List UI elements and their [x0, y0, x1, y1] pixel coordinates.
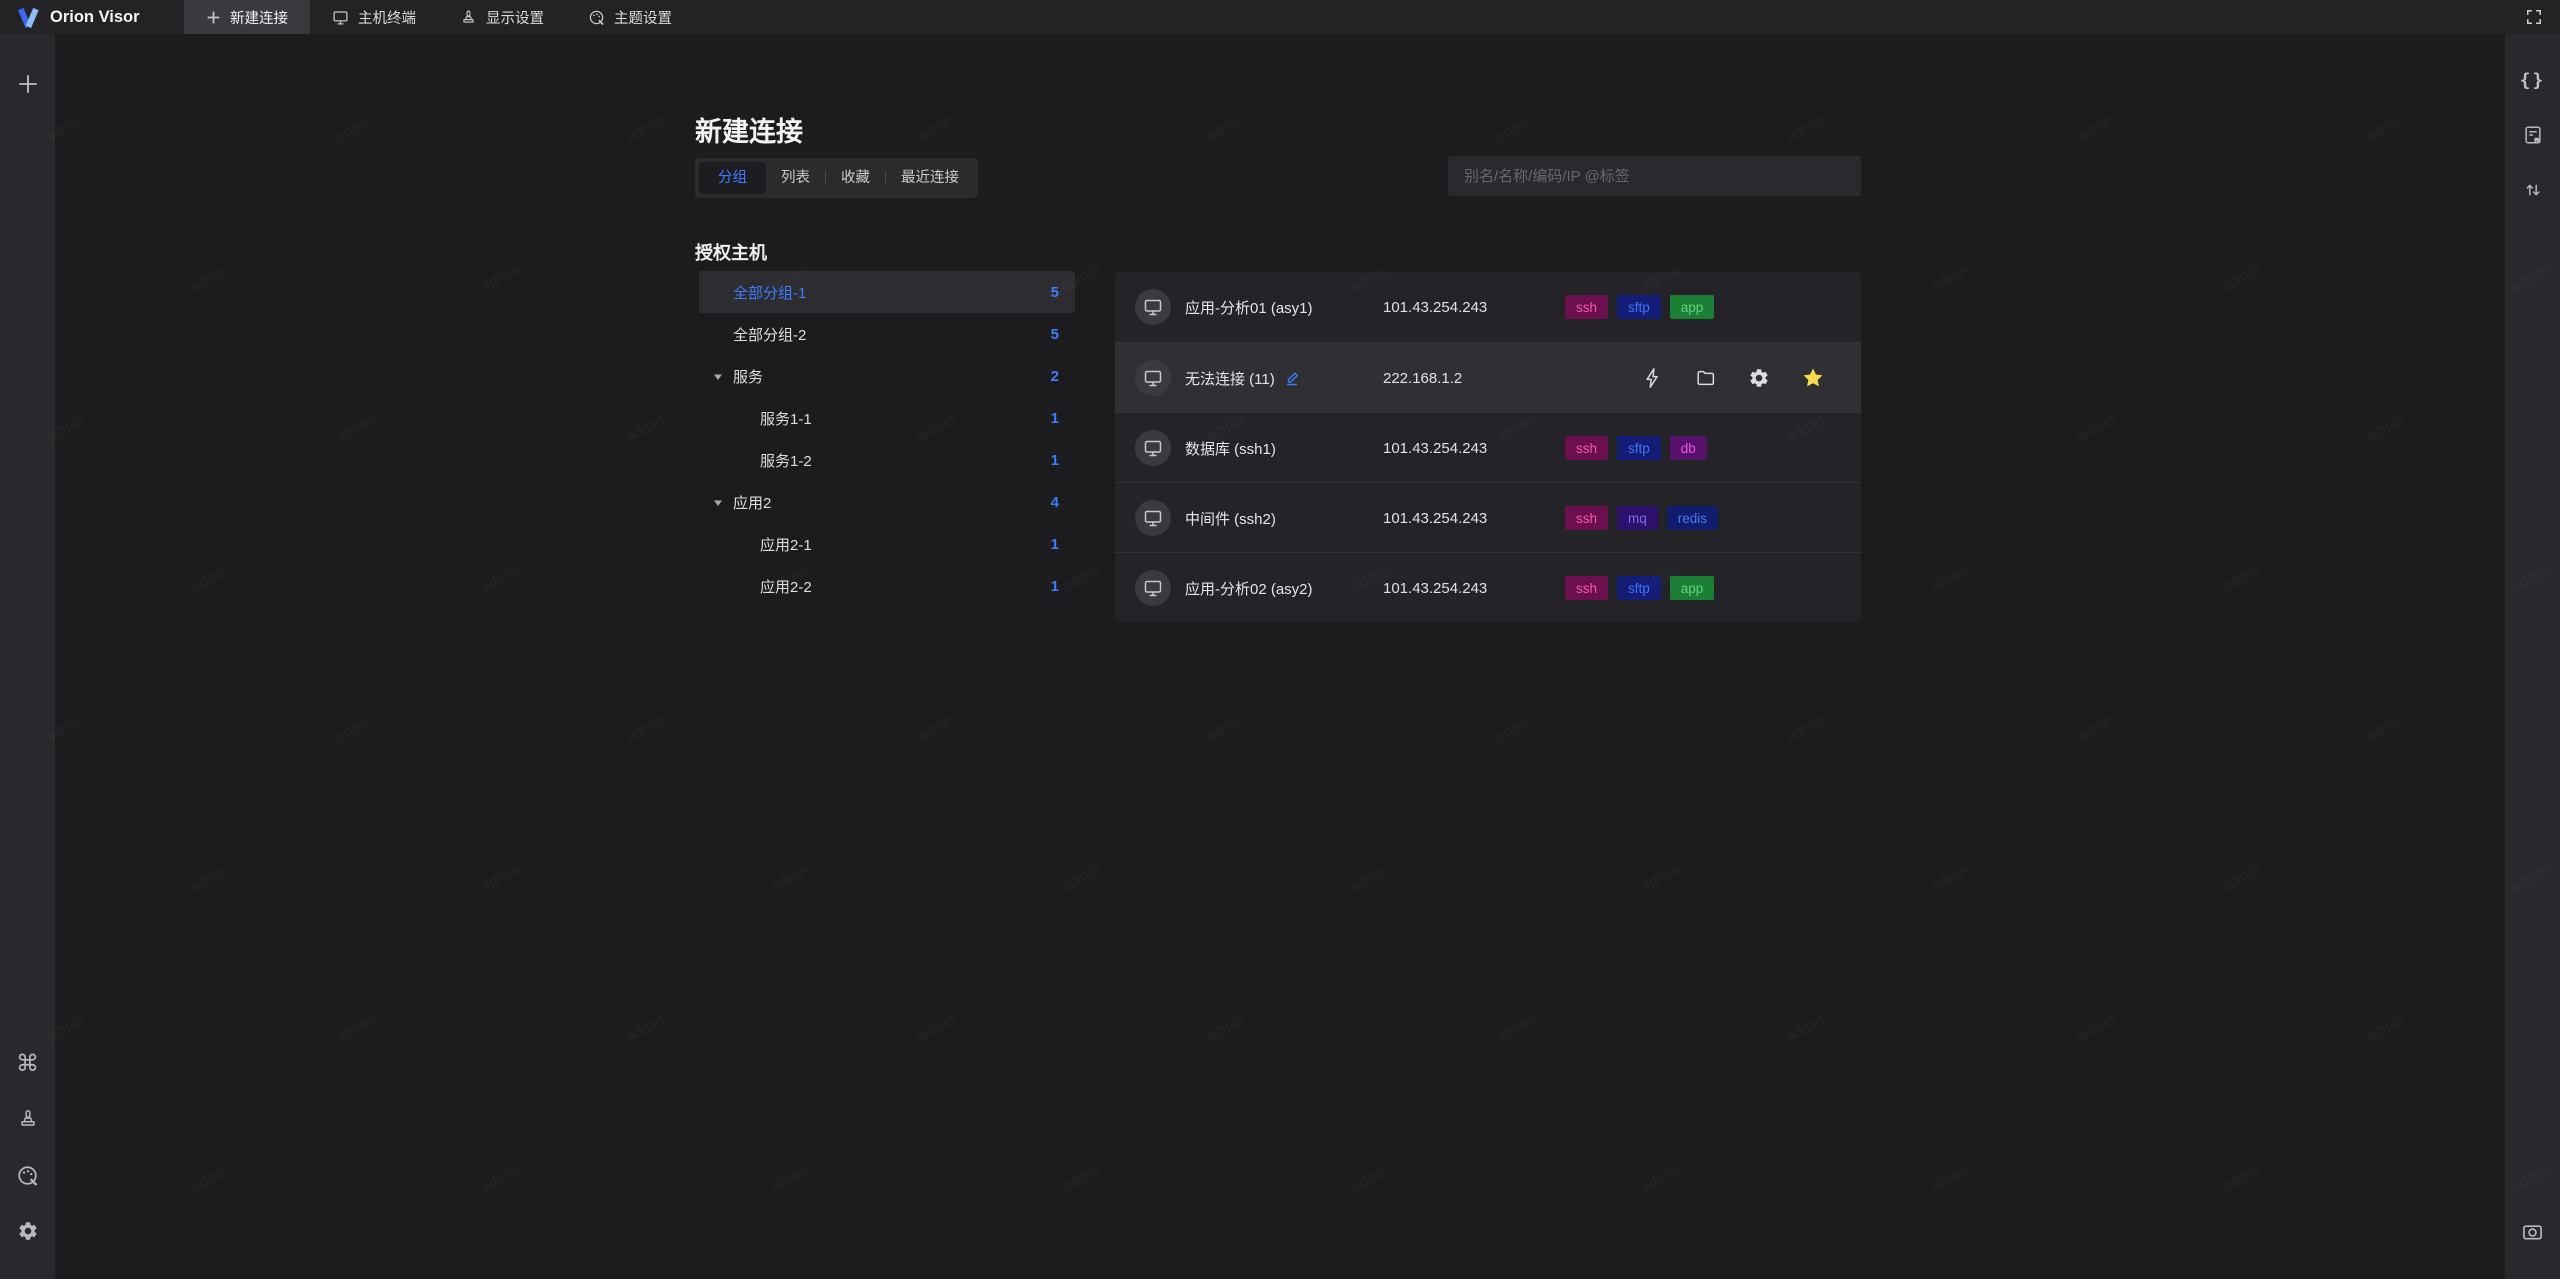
host-tags: ssh sftp app	[1565, 272, 1723, 342]
host-count-badge: 4	[1050, 493, 1059, 511]
host-tag: sftp	[1617, 576, 1661, 600]
host-tag: redis	[1666, 506, 1719, 530]
logo-v-icon	[18, 7, 39, 28]
fullscreen-icon[interactable]	[2524, 7, 2544, 27]
host-name: 中间件 (ssh2)	[1185, 510, 1276, 528]
stamp-icon[interactable]	[10, 1101, 46, 1137]
host-row[interactable]: 应用-分析01 (asy1) 101.43.254.243 ssh sftp a…	[1115, 272, 1861, 342]
watermark-layer: adminadminadminadminadminadminadminadmin…	[0, 0, 2560, 1279]
host-list: 应用-分析01 (asy1) 101.43.254.243 ssh sftp a…	[1115, 272, 1861, 622]
tab-display-settings[interactable]: 显示设置	[438, 0, 566, 34]
app-title: Orion Visor	[50, 7, 140, 26]
host-name: 应用-分析02 (asy2)	[1185, 580, 1313, 598]
host-ip: 101.43.254.243	[1383, 509, 1488, 527]
tree-item[interactable]: 服务 2	[699, 355, 1075, 397]
host-count-badge: 1	[1050, 451, 1059, 469]
add-icon[interactable]	[10, 66, 46, 102]
host-ip: 222.168.1.2	[1383, 369, 1463, 387]
page-title: 新建连接	[695, 117, 803, 148]
host-tag: sftp	[1617, 436, 1661, 460]
tree-item[interactable]: 服务1-2 1	[699, 439, 1075, 481]
host-tag: ssh	[1565, 506, 1609, 530]
settings-gear-icon[interactable]	[10, 1213, 46, 1249]
view-tab-group: 分组 列表 收藏 最近连接	[695, 158, 978, 198]
palette-icon[interactable]	[10, 1157, 46, 1193]
left-sidebar: ⌘	[0, 34, 55, 1279]
bookmark-document-icon[interactable]	[2515, 117, 2551, 153]
tree-item[interactable]: 服务1-1 1	[699, 397, 1075, 439]
host-tags: ssh sftp db	[1565, 413, 1716, 483]
host-tag: ssh	[1565, 436, 1609, 460]
host-tag: app	[1669, 295, 1715, 319]
screenshot-camera-icon[interactable]	[2515, 1213, 2551, 1249]
braces-icon[interactable]: {}	[2515, 62, 2551, 98]
tab-new-connection[interactable]: 新建连接	[184, 0, 310, 34]
view-tab-favorite[interactable]: 收藏	[826, 162, 885, 194]
plus-icon	[207, 11, 220, 23]
view-tab-list-mode[interactable]: 列表	[766, 162, 825, 194]
host-monitor-icon	[1135, 430, 1171, 466]
tab-host-terminal[interactable]: 主机终端	[310, 0, 438, 34]
tree-item[interactable]: 全部分组-2 5	[699, 313, 1075, 355]
tab-theme-settings[interactable]: 主题设置	[566, 0, 694, 34]
host-tags: ssh mq redis	[1565, 483, 1727, 553]
host-tag: db	[1669, 436, 1707, 460]
app-logo: Orion Visor	[0, 4, 184, 31]
host-count-badge: 5	[1050, 325, 1059, 343]
sort-arrows-icon[interactable]	[2515, 172, 2551, 208]
group-tree: 全部分组-1 5 全部分组-2 5 服务 2 服务1-1 1 服务1-2 1 应…	[699, 271, 1075, 607]
host-row[interactable]: 数据库 (ssh1) 101.43.254.243 ssh sftp db	[1115, 412, 1861, 482]
host-tag: app	[1669, 576, 1715, 600]
host-tag: ssh	[1565, 295, 1609, 319]
host-count-badge: 1	[1050, 577, 1059, 595]
host-actions	[1642, 343, 1825, 413]
host-search	[1448, 156, 1861, 196]
right-sidebar: {}	[2505, 34, 2560, 1279]
tree-item[interactable]: 应用2-1 1	[699, 523, 1075, 565]
favorite-star-icon[interactable]	[1801, 366, 1825, 390]
view-tab-group-mode[interactable]: 分组	[699, 162, 766, 194]
tree-item[interactable]: 全部分组-1 5	[699, 271, 1075, 313]
host-ip: 101.43.254.243	[1383, 439, 1488, 457]
tree-item[interactable]: 应用2 4	[699, 481, 1075, 523]
host-tag: sftp	[1617, 295, 1661, 319]
caret-down-icon[interactable]	[713, 499, 723, 507]
host-ip: 101.43.254.243	[1383, 579, 1488, 597]
command-icon[interactable]: ⌘	[10, 1045, 46, 1081]
monitor-icon	[333, 10, 348, 25]
host-monitor-icon	[1135, 570, 1171, 606]
host-ip: 101.43.254.243	[1383, 298, 1488, 316]
host-monitor-icon	[1135, 289, 1171, 325]
edit-pencil-icon[interactable]	[1284, 370, 1300, 386]
search-input[interactable]	[1448, 167, 1861, 185]
host-monitor-icon	[1135, 500, 1171, 536]
host-tags: ssh sftp app	[1565, 553, 1723, 623]
host-tag: mq	[1617, 506, 1658, 530]
stamp-icon	[463, 10, 474, 23]
caret-down-icon[interactable]	[713, 373, 723, 381]
host-count-badge: 1	[1050, 409, 1059, 427]
host-name: 应用-分析01 (asy1)	[1185, 299, 1313, 317]
topbar: Orion Visor 新建连接 主机终端 显示设置 主题设置	[0, 0, 2560, 34]
host-count-badge: 1	[1050, 535, 1059, 553]
host-count-badge: 5	[1050, 283, 1059, 301]
host-settings-gear-icon[interactable]	[1748, 367, 1770, 389]
sftp-folder-icon[interactable]	[1695, 367, 1717, 389]
tree-item[interactable]: 应用2-2 1	[699, 565, 1075, 607]
host-name: 无法连接 (11)	[1185, 343, 1300, 413]
palette-icon	[589, 10, 604, 25]
host-monitor-icon	[1135, 360, 1171, 396]
host-tag: ssh	[1565, 576, 1609, 600]
host-count-badge: 2	[1050, 367, 1059, 385]
view-tab-recent[interactable]: 最近连接	[886, 162, 974, 194]
host-row[interactable]: 中间件 (ssh2) 101.43.254.243 ssh mq redis	[1115, 482, 1861, 552]
section-title: 授权主机	[695, 242, 767, 263]
host-row[interactable]: 无法连接 (11) 222.168.1.2	[1115, 342, 1861, 412]
host-name: 数据库 (ssh1)	[1185, 440, 1276, 458]
terminal-connect-bolt-icon[interactable]	[1642, 367, 1664, 389]
host-row[interactable]: 应用-分析02 (asy2) 101.43.254.243 ssh sftp a…	[1115, 552, 1861, 622]
